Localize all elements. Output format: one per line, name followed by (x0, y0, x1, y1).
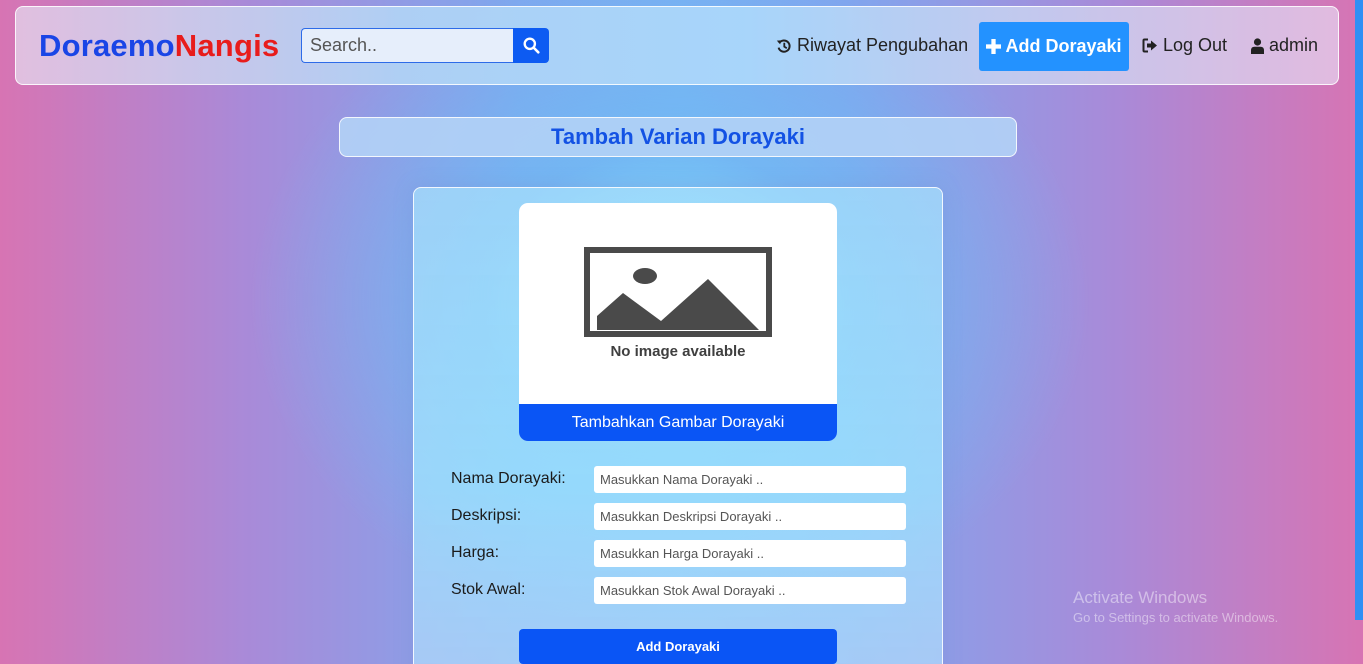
search-button[interactable] (513, 28, 549, 63)
search-bar (301, 28, 549, 63)
page-edge-strip (1355, 0, 1363, 620)
brand-part-2: Nangis (174, 28, 280, 63)
image-placeholder-icon (584, 247, 772, 337)
add-dorayaki-form-card: No image available Tambahkan Gambar Dora… (413, 187, 943, 664)
nav-user-label: admin (1269, 35, 1319, 55)
initial-stock-input[interactable] (594, 577, 906, 604)
nav-add-label: Add Dorayaki (1005, 36, 1122, 56)
price-input[interactable] (594, 540, 906, 567)
search-input[interactable] (301, 28, 513, 63)
description-label: Deskripsi: (451, 507, 522, 524)
watermark-subtitle: Go to Settings to activate Windows. (1073, 610, 1279, 625)
brand-logo[interactable]: DoraemoNangis (39, 28, 279, 64)
image-preview: No image available Tambahkan Gambar Dora… (519, 203, 837, 441)
nav-history-label: Riwayat Pengubahan (797, 35, 969, 55)
price-label: Harga: (451, 544, 500, 561)
search-icon (523, 37, 540, 54)
nav-add-dorayaki-button[interactable]: Add Dorayaki (979, 22, 1129, 71)
initial-stock-label: Stok Awal: (451, 581, 526, 598)
image-placeholder-caption: No image available (610, 343, 746, 360)
sign-out-icon (1142, 38, 1157, 53)
page-title-bar: Tambah Varian Dorayaki (339, 117, 1017, 157)
navbar: DoraemoNangis Riwayat Pengubahan Add Dor… (15, 6, 1339, 85)
nav-history-link[interactable]: Riwayat Pengubahan (776, 35, 968, 56)
nav-logout-label: Log Out (1163, 35, 1228, 55)
watermark-title: Activate Windows (1073, 588, 1208, 607)
history-icon (776, 39, 791, 53)
nav-user-menu[interactable]: admin (1251, 35, 1318, 56)
nav-logout-link[interactable]: Log Out (1142, 35, 1227, 56)
submit-add-dorayaki-button[interactable]: Add Dorayaki (519, 629, 837, 664)
name-label: Nama Dorayaki: (451, 470, 566, 487)
plus-icon (986, 39, 1002, 54)
brand-part-1: Doraemo (39, 28, 175, 63)
user-icon (1251, 37, 1264, 54)
name-input[interactable] (594, 466, 906, 493)
page-title: Tambah Varian Dorayaki (551, 124, 805, 149)
add-image-button[interactable]: Tambahkan Gambar Dorayaki (519, 404, 837, 441)
add-image-label: Tambahkan Gambar Dorayaki (571, 413, 785, 431)
activate-windows-watermark: Activate Windows Go to Settings to activ… (1073, 588, 1278, 625)
description-input[interactable] (594, 503, 906, 530)
